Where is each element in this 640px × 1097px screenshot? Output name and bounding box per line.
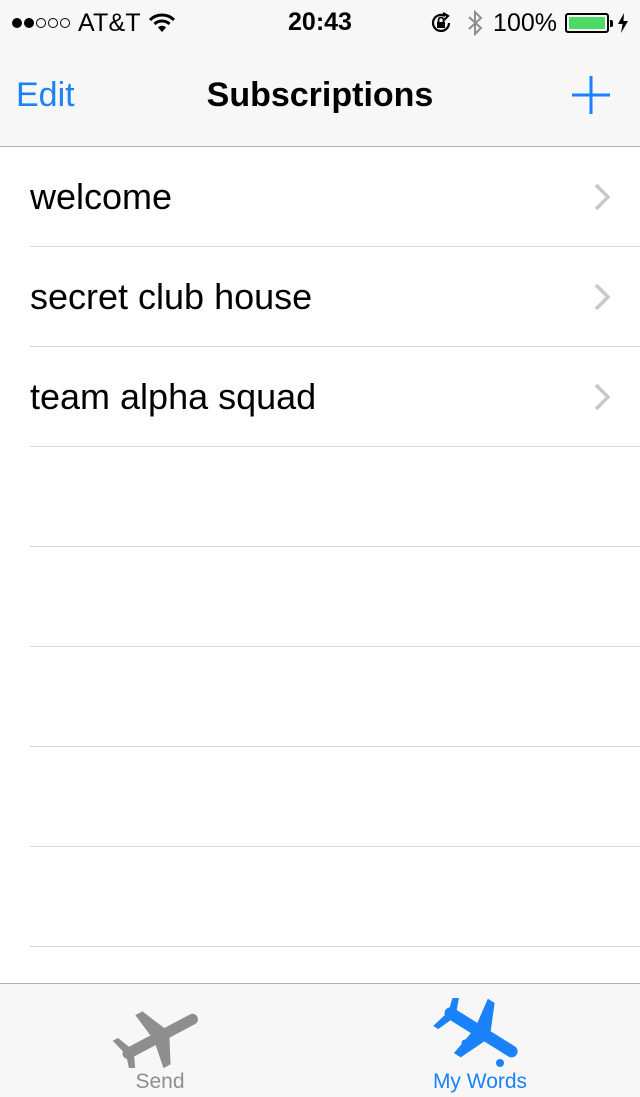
status-right: 100% (429, 8, 628, 38)
chevron-right-icon (594, 183, 610, 211)
plus-icon[interactable] (570, 74, 612, 116)
empty-row (30, 747, 640, 847)
status-bar: AT&T 20:43 100% (0, 0, 640, 40)
tab-my-words[interactable]: My Words (320, 984, 640, 1097)
tab-label: My Words (432, 1070, 528, 1093)
empty-row (30, 847, 640, 947)
battery-level (569, 17, 605, 29)
airplane-landing-icon (433, 998, 518, 1067)
list-item[interactable]: welcome (30, 147, 640, 247)
empty-row (30, 547, 640, 647)
page-title: Subscriptions (206, 76, 434, 114)
chevron-right-icon (594, 383, 610, 411)
battery-nub (610, 20, 613, 27)
list-item-label: team alpha squad (30, 376, 317, 417)
orientation-lock-icon (431, 12, 451, 32)
airplane-takeoff-icon (112, 1011, 198, 1068)
bluetooth-icon (468, 10, 483, 36)
empty-row (30, 647, 640, 747)
empty-row (30, 447, 640, 547)
subscriptions-list: welcome secret club house team alpha squ… (0, 147, 640, 947)
list-item[interactable]: secret club house (30, 247, 640, 347)
list-item-label: secret club house (30, 276, 313, 317)
list-item-label: welcome (30, 176, 173, 217)
tab-bar: Send My Words (0, 983, 640, 1097)
tab-label: Send (135, 1070, 185, 1093)
list-item[interactable]: team alpha squad (30, 347, 640, 447)
navigation-bar: Edit Subscriptions (0, 40, 640, 147)
battery-icon (565, 13, 613, 33)
charging-bolt-icon (618, 13, 628, 33)
tab-send[interactable]: Send (0, 984, 320, 1097)
chevron-right-icon (594, 283, 610, 311)
battery-percent: 100% (493, 8, 557, 37)
